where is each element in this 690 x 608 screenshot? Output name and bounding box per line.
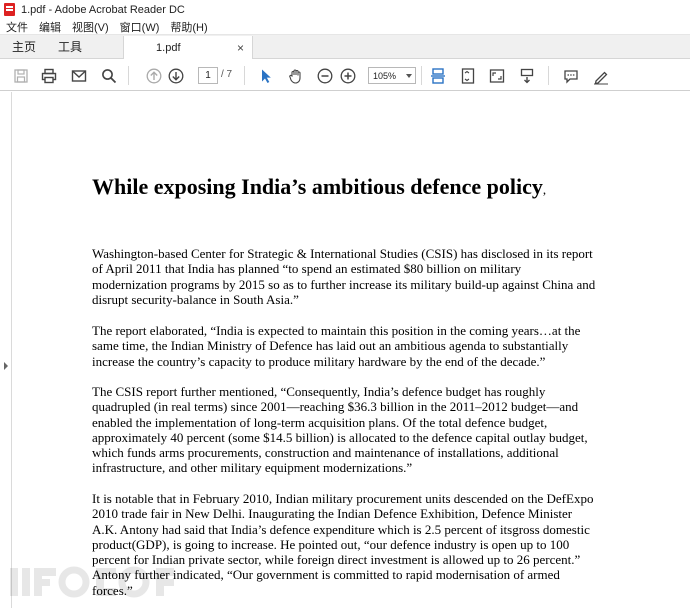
- select-cursor-icon[interactable]: [255, 65, 277, 87]
- document-area[interactable]: While exposing India’s ambitious defence…: [0, 92, 690, 608]
- menu-view[interactable]: 视图(V): [72, 19, 109, 35]
- hand-tool-icon[interactable]: [285, 65, 307, 87]
- toolbar-separator: [421, 66, 422, 85]
- search-icon[interactable]: [98, 65, 120, 87]
- toolbar: 1 / 7 105%: [0, 60, 690, 91]
- paragraph: The CSIS report further mentioned, “Cons…: [92, 384, 588, 476]
- expand-panel-icon[interactable]: [4, 362, 8, 370]
- close-icon[interactable]: ×: [237, 41, 244, 55]
- email-icon[interactable]: [68, 65, 90, 87]
- fullscreen-icon[interactable]: [486, 65, 508, 87]
- toolbar-separator: [128, 66, 129, 85]
- save-icon[interactable]: [10, 65, 32, 87]
- menu-help[interactable]: 帮助(H): [170, 19, 207, 35]
- toolbar-separator: [244, 66, 245, 85]
- page-number-input[interactable]: 1: [198, 67, 218, 84]
- paragraph: The report elaborated, “India is expecte…: [92, 323, 581, 369]
- next-page-icon[interactable]: [165, 65, 187, 87]
- window-title: 1.pdf - Adobe Acrobat Reader DC: [21, 3, 185, 16]
- print-icon[interactable]: [38, 65, 60, 87]
- sign-icon[interactable]: [590, 65, 612, 87]
- paragraph: Washington-based Center for Strategic & …: [92, 246, 596, 307]
- menu-window[interactable]: 窗口(W): [120, 19, 160, 35]
- fit-page-icon[interactable]: [457, 65, 479, 87]
- page-total: / 7: [221, 69, 233, 80]
- rotate-icon[interactable]: [516, 65, 538, 87]
- document-title: While exposing India’s ambitious defence…: [92, 174, 547, 199]
- tab-document[interactable]: 1.pdf ×: [123, 36, 254, 59]
- tab-row: 主页 工具 1.pdf ×: [0, 35, 690, 59]
- comment-icon[interactable]: [560, 65, 582, 87]
- tab-home[interactable]: 主页: [0, 35, 47, 58]
- toolbar-separator: [548, 66, 549, 85]
- acrobat-pdf-icon: [4, 3, 15, 16]
- zoom-select[interactable]: 105%: [368, 67, 416, 84]
- tab-tools[interactable]: 工具: [47, 35, 93, 58]
- zoom-in-icon[interactable]: [337, 65, 359, 87]
- menu-file[interactable]: 文件: [6, 19, 28, 35]
- pdf-page: While exposing India’s ambitious defence…: [13, 92, 690, 608]
- menu-edit[interactable]: 编辑: [39, 19, 61, 35]
- tab-document-label: 1.pdf: [156, 41, 181, 54]
- scrolling-mode-icon[interactable]: [427, 65, 449, 87]
- zoom-out-icon[interactable]: [314, 65, 336, 87]
- menu-bar: 文件 编辑 视图(V) 窗口(W) 帮助(H): [0, 19, 690, 35]
- chevron-down-icon: [406, 74, 412, 78]
- previous-page-icon[interactable]: [143, 65, 165, 87]
- title-bar: 1.pdf - Adobe Acrobat Reader DC: [0, 0, 690, 19]
- watermark-logo: [10, 566, 174, 598]
- zoom-value: 105%: [373, 70, 397, 81]
- left-panel-rail: [0, 92, 12, 608]
